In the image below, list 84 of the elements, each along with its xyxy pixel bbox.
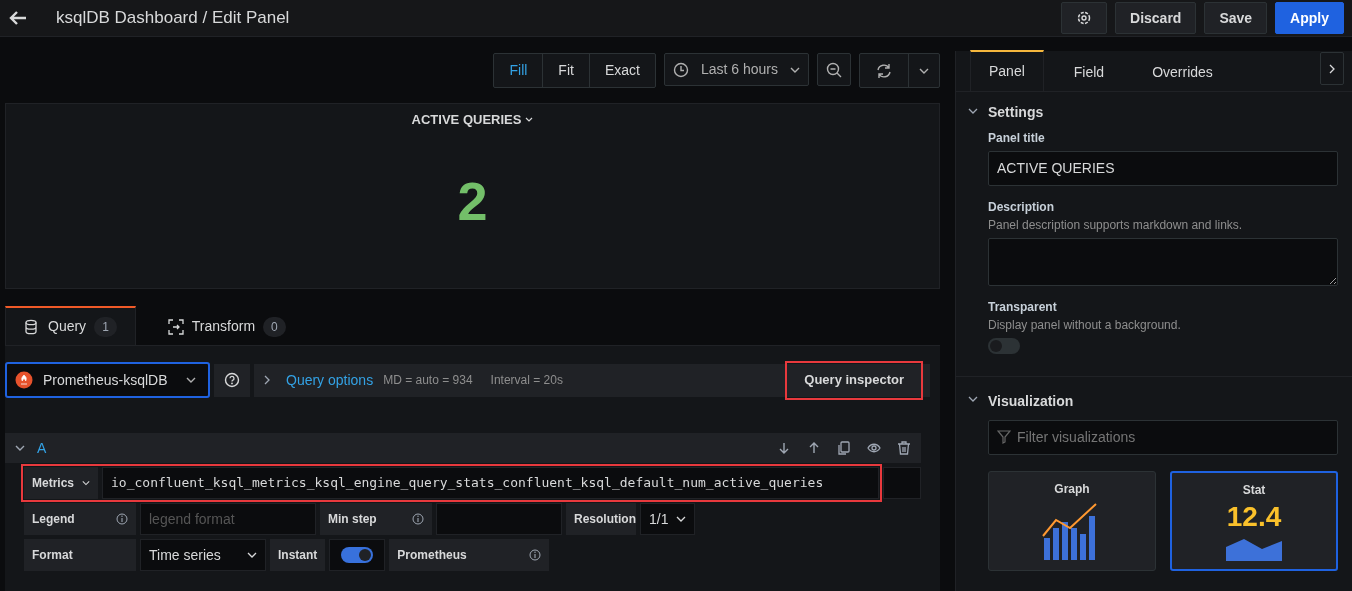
description-field[interactable] xyxy=(988,238,1338,286)
database-icon xyxy=(24,318,40,335)
copy-icon[interactable] xyxy=(837,441,851,455)
zoom-out-icon xyxy=(826,61,842,78)
info-icon xyxy=(529,549,542,561)
info-icon xyxy=(116,513,128,525)
move-down-icon[interactable] xyxy=(777,441,791,455)
editor-tab[interactable]: Query 1 xyxy=(5,306,136,345)
options-tab[interactable]: Panel xyxy=(970,50,1044,91)
transform-icon xyxy=(167,318,184,335)
visualization-name: Graph xyxy=(1054,480,1090,498)
filter-field[interactable]: Filter visualizations xyxy=(988,419,1338,455)
count-badge: 0 xyxy=(263,316,286,337)
metrics-dropdown[interactable]: Metrics xyxy=(24,467,98,499)
max-data-points-text: MD = auto = 934 xyxy=(383,372,473,389)
display-mode-button[interactable]: Fill xyxy=(494,54,544,87)
caret-icon xyxy=(186,377,196,383)
stat-preview-value: 12.4 xyxy=(1226,502,1282,531)
field-hint: Panel description supports markdown and links. xyxy=(988,217,1244,234)
visualization-card[interactable]: Graph xyxy=(988,470,1156,571)
interval-text: Interval = 20s xyxy=(490,372,563,389)
help-button[interactable] xyxy=(214,363,250,397)
time-range-picker[interactable]: Last 6 hours xyxy=(663,53,809,86)
clock-icon xyxy=(672,61,689,78)
options-tab[interactable]: Overrides xyxy=(1134,51,1231,91)
visualization-name: Stat xyxy=(1242,481,1266,499)
page-title: ksqlDB Dashboard / Edit Panel xyxy=(56,7,290,30)
filter-icon xyxy=(997,429,1011,444)
header-button[interactable]: Apply xyxy=(1275,2,1344,34)
display-mode-button[interactable]: Exact xyxy=(589,54,655,87)
count-badge: 1 xyxy=(94,316,117,337)
panel-title-field[interactable]: ACTIVE QUERIES xyxy=(988,151,1338,186)
zoom-out-button[interactable] xyxy=(817,53,851,86)
field-label: Description xyxy=(988,199,1055,216)
stat-value: 2 xyxy=(456,170,489,234)
header-button[interactable]: Save xyxy=(1204,2,1268,34)
back-arrow-icon[interactable] xyxy=(8,10,28,26)
format-label: Format xyxy=(24,539,136,571)
query-options-toggle[interactable]: Query options xyxy=(264,369,374,391)
move-up-icon[interactable] xyxy=(807,441,821,455)
flame-icon xyxy=(15,371,33,389)
caret-icon xyxy=(790,66,800,73)
refresh-icon xyxy=(875,62,893,79)
datasource-picker[interactable]: Prometheus-ksqlDB xyxy=(5,362,210,398)
caret-icon xyxy=(919,67,929,74)
field-label: Panel title xyxy=(988,130,1046,147)
field-hint: Display panel without a background. xyxy=(988,317,1182,334)
settings-icon xyxy=(1076,10,1093,26)
query-type-label: Prometheus xyxy=(389,539,550,571)
eye-icon[interactable] xyxy=(867,441,881,455)
field-label: Transparent xyxy=(988,299,1058,316)
format-dropdown[interactable]: Time series xyxy=(140,539,266,571)
caret-icon xyxy=(82,480,90,486)
collapse-pane-button[interactable] xyxy=(1320,52,1344,85)
min-step-label: Min step xyxy=(320,503,432,535)
resolution-dropdown[interactable]: 1/1 xyxy=(640,503,696,535)
legend-field[interactable]: legend format xyxy=(140,503,316,535)
transparent-toggle[interactable] xyxy=(988,338,1020,354)
caret-icon xyxy=(247,552,257,558)
metrics-query-field[interactable]: io_confluent_ksql_metrics_ksql_engine_query_stats_confluent_ksql_default_num_active_queries xyxy=(102,467,879,499)
header-button[interactable]: Discard xyxy=(1115,2,1197,34)
trash-icon[interactable] xyxy=(897,441,911,455)
section-title: Visualization xyxy=(988,391,1074,411)
settings-button[interactable] xyxy=(1061,2,1108,34)
chevron-icon xyxy=(264,375,270,385)
instant-toggle[interactable] xyxy=(341,547,374,563)
input-field[interactable] xyxy=(883,467,921,499)
editor-tab[interactable]: Transform 0 xyxy=(149,306,304,345)
panel-title[interactable]: ACTIVE QUERIES xyxy=(411,110,522,130)
legend-label: Legend xyxy=(24,503,136,535)
caret-icon xyxy=(525,117,534,123)
options-tab[interactable]: Field xyxy=(1055,51,1123,91)
min-step-field[interactable] xyxy=(436,503,562,535)
caret-icon xyxy=(676,516,687,522)
visualization-card[interactable]: Stat 12.4 xyxy=(1170,470,1338,571)
info-icon xyxy=(412,513,424,525)
help-icon xyxy=(224,372,240,388)
chevron-right-icon xyxy=(1329,63,1335,74)
collapse-caret-icon xyxy=(15,445,25,451)
resolution-label: Resolution xyxy=(566,503,636,535)
instant-label: Instant xyxy=(270,539,326,571)
section-title: Settings xyxy=(988,103,1044,122)
query-letter[interactable]: A xyxy=(37,437,47,459)
display-mode-button[interactable]: Fit xyxy=(543,54,590,87)
